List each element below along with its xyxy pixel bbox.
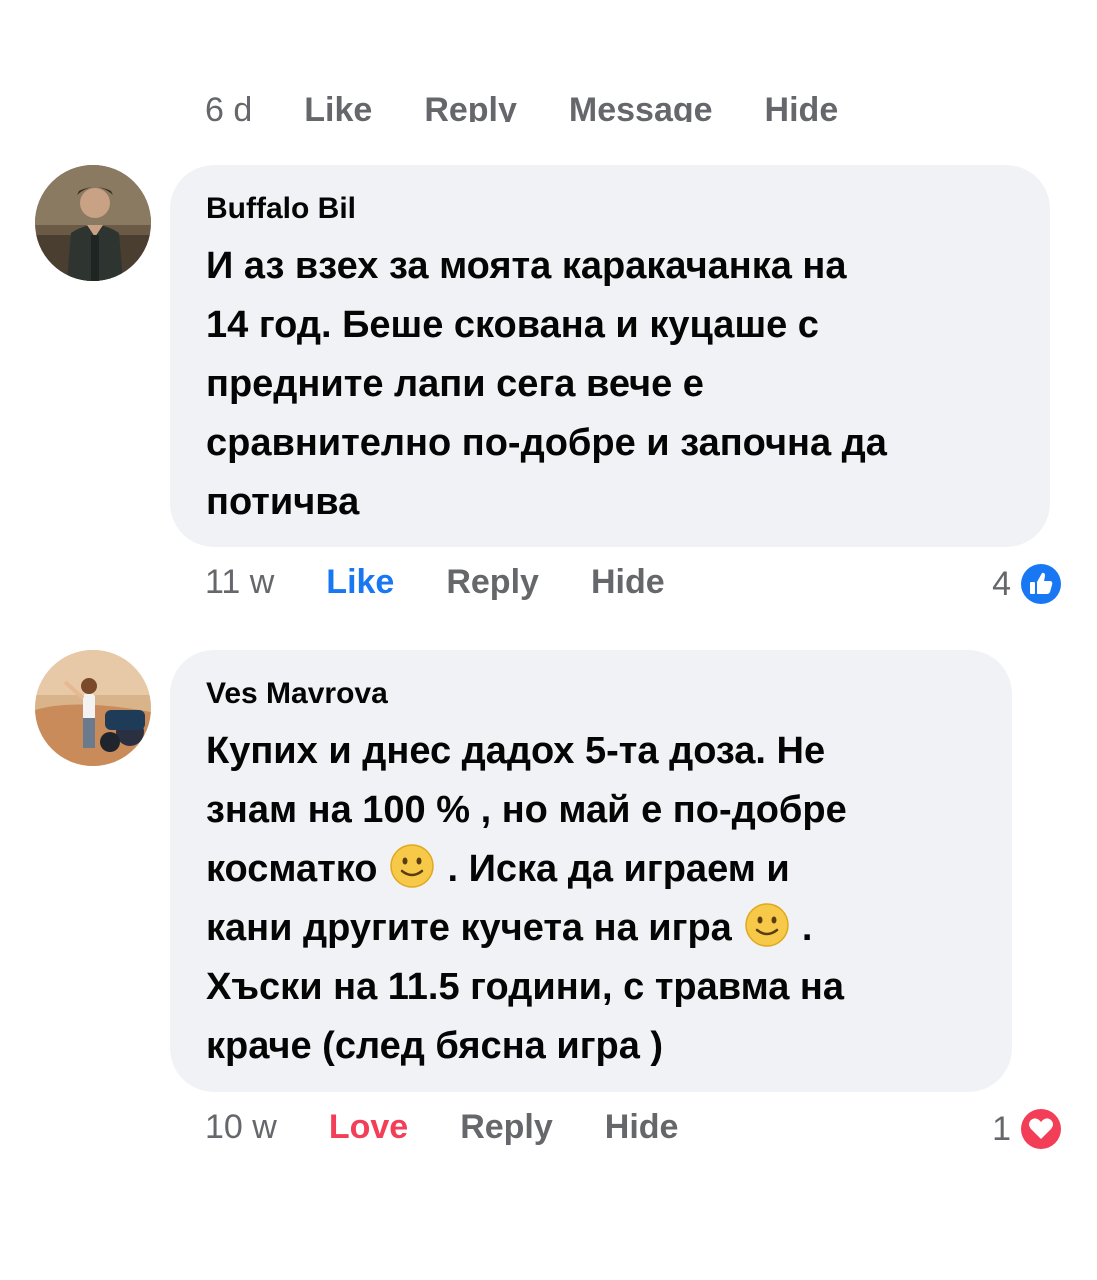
comment-text-line: потичва xyxy=(206,481,360,523)
comment-text-line: Купих и днес дадох 5-та доза. Не xyxy=(206,730,826,772)
previous-comment-actions: 6 d Like Reply Message Hide xyxy=(205,78,838,122)
like-icon xyxy=(1018,561,1064,607)
comment-text-segment: . xyxy=(801,907,813,949)
reply-button[interactable]: Reply xyxy=(446,563,539,602)
hide-button[interactable]: Hide xyxy=(605,1108,679,1147)
comment-text-line: знам на 100 % , но май е по-добре xyxy=(206,789,847,831)
comment-text: И аз взех за моята каракачанка на 14 год… xyxy=(206,237,1014,532)
comment-text: Купих и днес дадох 5-та доза. Не знам на… xyxy=(206,722,976,1076)
like-button[interactable]: Like xyxy=(304,91,372,122)
reaction-count: 1 xyxy=(992,1109,1011,1148)
comment-text-segment: кани другите кучета на игра xyxy=(206,907,732,949)
message-button[interactable]: Message xyxy=(569,91,713,122)
comment-text-line: сравнително по-добре и започна да xyxy=(206,422,887,464)
comment-text-line: косматко . Иска да играем и xyxy=(206,840,976,899)
reply-button[interactable]: Reply xyxy=(460,1108,553,1147)
comment-timestamp: 6 d xyxy=(205,91,253,122)
comment-text-segment: косматко xyxy=(206,848,378,890)
comment-bubble: Buffalo Bil И аз взех за моята каракачан… xyxy=(170,165,1050,547)
comment-text-line: предните лапи сега вече е xyxy=(206,363,704,405)
avatar[interactable] xyxy=(35,650,151,766)
reaction-summary[interactable]: 1 xyxy=(992,1105,1065,1153)
reaction-summary[interactable]: 4 xyxy=(992,560,1065,608)
avatar[interactable] xyxy=(35,165,151,281)
hide-button[interactable]: Hide xyxy=(765,91,839,122)
comment-timestamp[interactable]: 10 w xyxy=(205,1108,277,1147)
like-button[interactable]: Like xyxy=(326,563,394,602)
slightly-smiling-face-icon xyxy=(745,903,789,947)
hide-button[interactable]: Hide xyxy=(591,563,665,602)
avatar-photo-icon xyxy=(35,165,151,281)
comment-text-line: 14 год. Беше скована и куцаше с xyxy=(206,304,819,346)
comment-timestamp[interactable]: 11 w xyxy=(205,563,274,602)
comment-text-line: Хъски на 11.5 години, с травма на xyxy=(206,966,845,1008)
comment-text-line: кани другите кучета на игра . xyxy=(206,899,976,958)
avatar-photo-icon xyxy=(35,650,151,766)
love-icon xyxy=(1018,1106,1064,1152)
slightly-smiling-face-icon xyxy=(390,844,435,888)
comment-actions: 10 w Love Reply Hide xyxy=(205,1108,678,1147)
comment-text-line: краче (след бясна игра ) xyxy=(206,1025,664,1067)
reply-button[interactable]: Reply xyxy=(424,91,517,122)
comment-author[interactable]: Ves Mavrova xyxy=(206,674,976,714)
comment-bubble: Ves Mavrova Купих и днес дадох 5-та доза… xyxy=(170,650,1012,1092)
love-button[interactable]: Love xyxy=(329,1108,408,1147)
comment-text-segment: . Иска да играем и xyxy=(447,848,790,890)
reaction-count: 4 xyxy=(992,564,1011,603)
comment-actions: 11 w Like Reply Hide xyxy=(205,563,665,602)
comment-author[interactable]: Buffalo Bil xyxy=(206,189,1014,229)
comment-text-line: И аз взех за моята каракачанка на xyxy=(206,245,847,287)
